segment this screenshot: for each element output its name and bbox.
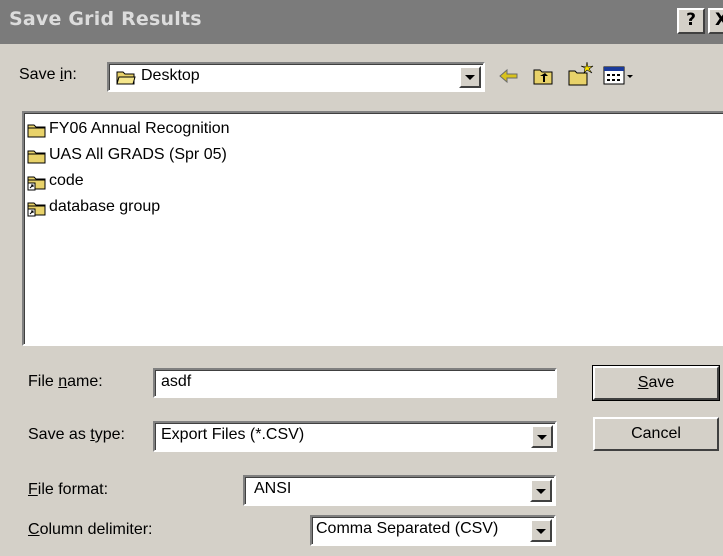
cancel-button[interactable]: Cancel [593, 417, 719, 451]
save-as-type-label: Save as type: [28, 426, 125, 444]
view-menu-icon[interactable] [603, 66, 635, 90]
file-name: code [49, 172, 84, 189]
save-in-label-text-1: Save [19, 66, 60, 83]
file-format-label-accesskey: F [28, 481, 38, 498]
file-name-label-text-1: File [28, 373, 59, 390]
chevron-down-icon [536, 488, 546, 494]
column-delimiter-label: Column delimiter: [28, 521, 153, 539]
save-in-dropdown-button[interactable] [459, 66, 481, 88]
folder-icon [27, 148, 47, 170]
column-delimiter-label-text: olumn delimiter: [39, 521, 153, 538]
dialog-title: Save Grid Results [9, 8, 202, 30]
file-name-label: File name: [28, 373, 103, 391]
new-folder-icon[interactable] [567, 60, 595, 86]
save-as-type-dropdown-button[interactable] [531, 425, 553, 448]
file-format-label-text: ile format: [37, 481, 109, 498]
file-name: FY06 Annual Recognition [49, 120, 230, 137]
column-delimiter-value: Comma Separated (CSV) [316, 520, 499, 537]
file-name: database group [49, 198, 161, 215]
save-button-label: ave [648, 374, 675, 391]
save-in-value: Desktop [141, 67, 200, 84]
file-name-value: asdf [161, 373, 192, 390]
desktop-folder-icon [116, 69, 136, 91]
folder-shortcut-icon [27, 174, 47, 196]
help-button[interactable]: ? [677, 8, 705, 34]
save-as-type-value: Export Files (*.CSV) [161, 426, 305, 443]
title-bar[interactable]: Save Grid Results ? X [0, 0, 723, 44]
column-delimiter-dropdown-button[interactable] [530, 519, 552, 542]
file-name: UAS All GRADS (Spr 05) [49, 146, 227, 163]
folder-icon [27, 122, 47, 144]
file-format-combo[interactable]: ANSI [243, 475, 556, 506]
file-name-label-accesskey: n [58, 373, 68, 390]
back-arrow-icon[interactable] [498, 65, 520, 89]
column-delimiter-label-accesskey: C [28, 521, 40, 538]
save-in-label-text-2: n: [63, 66, 77, 83]
save-as-type-combo[interactable]: Export Files (*.CSV) [153, 421, 557, 452]
close-button[interactable]: X [708, 8, 723, 34]
chevron-down-icon [465, 75, 475, 80]
save-grid-results-dialog: Save Grid Results ? X Save in: Desktop F… [0, 0, 723, 556]
column-delimiter-combo[interactable]: Comma Separated (CSV) [310, 515, 556, 546]
save-button-accesskey: S [637, 374, 649, 391]
file-format-value: ANSI [254, 480, 292, 497]
cancel-button-label: Cancel [631, 425, 681, 442]
file-name-input[interactable]: asdf [153, 368, 557, 398]
file-name-label-text-2: ame: [67, 373, 103, 390]
file-format-label: File format: [28, 481, 108, 499]
up-folder-icon[interactable] [532, 65, 556, 89]
save-in-combo[interactable]: Desktop [107, 62, 485, 92]
file-format-dropdown-button[interactable] [530, 479, 552, 502]
folder-shortcut-icon [27, 200, 47, 222]
save-as-type-label-text-1: Save as [28, 426, 91, 443]
save-in-label: Save in: [19, 66, 77, 84]
chevron-down-icon [537, 434, 547, 440]
save-as-type-label-text-2: ype: [94, 426, 125, 443]
save-button[interactable]: Save [592, 365, 720, 401]
file-list[interactable]: FY06 Annual Recognition UAS All GRADS (S… [22, 111, 723, 346]
chevron-down-icon [536, 528, 546, 534]
